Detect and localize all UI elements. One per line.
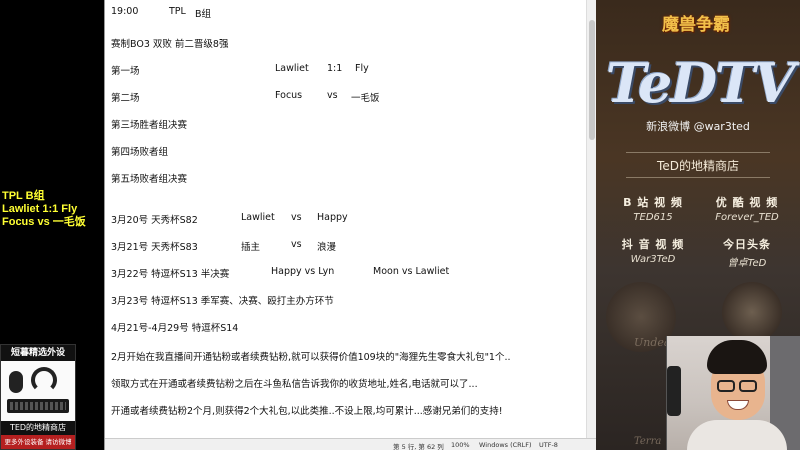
line-ending: Windows (CRLF)	[479, 441, 532, 449]
promo-text: 开通或者续费钻粉2个月,则获得2个大礼包,以此类推..不设上限,均可累计...感…	[111, 406, 503, 417]
streamer-shirt	[687, 420, 787, 450]
player-a: Lawliet	[241, 212, 275, 223]
keyboard-icon	[7, 399, 69, 413]
social-id: War3TeD	[630, 254, 676, 265]
format-text: 赛制BO3 双败 前二晋级8强	[111, 39, 229, 50]
cursor-position: 第 5 行, 第 62 列	[393, 443, 444, 450]
event-date: 3月22号 特逗杯S13 半决赛	[111, 269, 230, 280]
player-a: Focus	[275, 90, 303, 101]
player-b: 浪漫	[317, 242, 337, 253]
vertical-scrollbar[interactable]	[586, 0, 596, 438]
match-label: 第五场败者组决赛	[111, 174, 188, 185]
player-a: 插主	[241, 242, 261, 253]
social-id: TED615	[633, 212, 673, 223]
social-title: B 站 视 频	[623, 196, 683, 209]
vs-text: vs	[291, 239, 302, 250]
social-title: 抖 音 视 频	[621, 238, 685, 251]
notepad-window: 19:00 TPL B组 赛制BO3 双败 前二晋级8强 第一场 Lawliet…	[104, 0, 597, 450]
shop-ad-banner: 短暮精选外设 TED的地精商店 更多外设装备 请访微博	[0, 344, 76, 450]
event-text: 3月23号 特逗杯S13 季军赛、决赛、殴打主办方环节	[111, 296, 334, 307]
vs-text: vs	[291, 212, 302, 223]
social-toutiao: 今日头条 曾卓TeD	[702, 236, 792, 269]
score-text: 1:1	[327, 63, 343, 74]
match-label: 第二场	[111, 93, 140, 104]
mouse-icon	[9, 371, 23, 393]
match-label: 第三场胜者组决赛	[111, 120, 188, 131]
zoom-level: 100%	[451, 441, 470, 449]
promo-text: 2月开始在我直播间开通钻粉或者续费钻粉,就可以获得价值109块的"海狸先生零食大…	[111, 352, 511, 363]
match-b: Moon vs Lawliet	[373, 266, 450, 277]
emblem-word: Undea	[634, 336, 671, 349]
time-text: 19:00	[111, 6, 139, 17]
event-date: 3月20号 天秀杯S82	[111, 215, 198, 226]
shop-name: TeD的地精商店	[626, 152, 770, 178]
microphone-icon	[667, 366, 681, 416]
match-label: 第一场	[111, 66, 140, 77]
player-b: 一毛饭	[351, 93, 380, 104]
social-youku: 优 酷 视 频 Forever_TED	[702, 194, 792, 223]
overlay-title: TPL B组	[2, 190, 45, 202]
promo-text: 领取方式在开通或者续费钻粉之后在斗鱼私信告诉我你的收货地址,姓名,电话就可以了.…	[111, 379, 478, 390]
overlay-line-2: Focus vs 一毛饭	[2, 216, 86, 228]
social-title: 今日头条	[723, 238, 771, 251]
match-label: 第四场败者组	[111, 147, 169, 158]
league-text: TPL	[169, 6, 186, 17]
social-douyin: 抖 音 视 频 War3TeD	[608, 236, 698, 265]
human-emblem-icon	[722, 282, 782, 342]
scrollbar-thumb[interactable]	[589, 20, 595, 140]
player-a: Lawliet	[275, 63, 309, 74]
group-text: B组	[195, 9, 212, 20]
social-bilibili: B 站 视 频 TED615	[608, 194, 698, 223]
webcam-feed	[666, 336, 800, 450]
event-text: 4月21号-4月29号 特逗杯S14	[111, 323, 239, 334]
streamer-hair	[707, 340, 767, 374]
social-id: 曾卓TeD	[727, 258, 767, 269]
overlay-line-1: Lawliet 1:1 Fly	[2, 203, 78, 215]
social-title: 优 酷 视 频	[715, 196, 779, 209]
ad-subtitle: 更多外设装备 请访微博	[1, 435, 75, 449]
brand-logo: TeDTV	[606, 51, 795, 115]
match-a: Happy vs Lyn	[271, 266, 335, 277]
match-overlay: TPL B组 Lawliet 1:1 Fly Focus vs 一毛饭	[2, 190, 106, 229]
encoding: UTF-8	[539, 441, 558, 449]
glasses-icon	[717, 380, 735, 392]
headset-icon	[31, 367, 57, 393]
ad-title: 短暮精选外设	[1, 345, 75, 361]
player-b: Happy	[317, 212, 348, 223]
social-id: Forever_TED	[715, 212, 779, 223]
player-b: Fly	[355, 63, 369, 74]
vs-text: vs	[327, 90, 338, 101]
text-editor[interactable]: 19:00 TPL B组 赛制BO3 双败 前二晋级8强 第一场 Lawliet…	[111, 0, 581, 430]
event-date: 3月21号 天秀杯S83	[111, 242, 198, 253]
weibo-handle: 新浪微博 @war3ted	[646, 120, 750, 133]
ad-shop-name: TED的地精商店	[1, 421, 75, 435]
ad-product-image	[1, 361, 75, 421]
glasses-icon	[739, 380, 757, 392]
status-bar: 第 5 行, 第 62 列 100% Windows (CRLF) UTF-8	[105, 438, 597, 450]
emblem-word: Terra	[634, 436, 662, 447]
warcraft-logo: 魔兽争霸	[662, 15, 730, 35]
